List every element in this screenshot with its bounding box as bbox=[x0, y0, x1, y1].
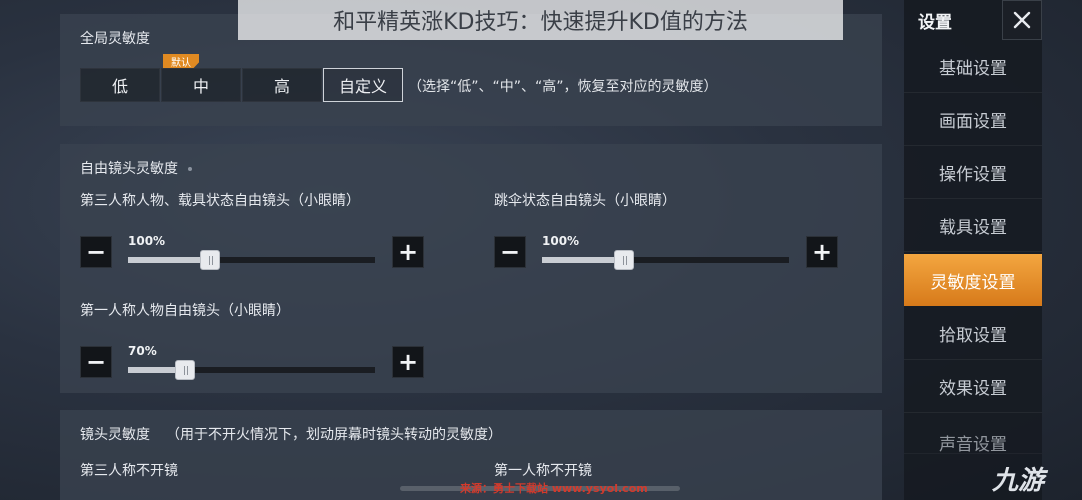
close-button[interactable] bbox=[1002, 0, 1042, 40]
jiuyou-logo: 九游 bbox=[992, 466, 1045, 496]
sidebar-item-basic[interactable]: 基础设置 bbox=[904, 41, 1042, 93]
source-watermark: 来源：勇士下载站 www.ysyol.com bbox=[460, 482, 648, 495]
sidebar-item-controls[interactable]: 操作设置 bbox=[904, 147, 1042, 199]
first-person-minus-button[interactable]: − bbox=[80, 346, 112, 378]
camera-sensitivity-note: （用于不开火情况下，划动屏幕时镜头转动的灵敏度） bbox=[166, 427, 502, 443]
parachute-minus-button[interactable]: − bbox=[494, 236, 526, 268]
first-person-slider[interactable] bbox=[128, 360, 375, 380]
third-person-slider[interactable] bbox=[128, 250, 375, 270]
preset-medium-button[interactable]: 中 bbox=[161, 68, 241, 102]
sidebar-item-pickup[interactable]: 拾取设置 bbox=[904, 308, 1042, 360]
default-badge: 默认 bbox=[163, 54, 199, 68]
first-person-no-scope-label: 第一人称不开镜 bbox=[494, 463, 592, 479]
preset-custom-button[interactable]: 自定义 bbox=[323, 68, 403, 102]
third-person-value: 100% bbox=[128, 234, 166, 248]
slider-handle[interactable] bbox=[175, 360, 195, 380]
info-dot-icon bbox=[188, 167, 192, 171]
settings-sidebar: 基础设置 画面设置 操作设置 载具设置 灵敏度设置 拾取设置 效果设置 声音设置 bbox=[904, 0, 1042, 500]
first-person-value: 70% bbox=[128, 344, 157, 358]
article-title-banner: 和平精英涨KD技巧：快速提升KD值的方法 bbox=[238, 0, 843, 40]
parachute-slider[interactable] bbox=[542, 250, 789, 270]
sidebar-item-sound[interactable]: 声音设置 bbox=[904, 414, 1042, 455]
sidebar-item-sensitivity[interactable]: 灵敏度设置 bbox=[904, 254, 1042, 306]
slider-label-parachute: 跳伞状态自由镜头（小眼睛） bbox=[494, 193, 676, 209]
slider-label-first-person: 第一人称人物自由镜头（小眼睛） bbox=[80, 303, 290, 319]
parachute-value: 100% bbox=[542, 234, 580, 248]
slider-fill bbox=[128, 257, 210, 263]
slider-label-third-person: 第三人称人物、载具状态自由镜头（小眼睛） bbox=[80, 193, 360, 209]
free-look-panel: 自由镜头灵敏度 第三人称人物、载具状态自由镜头（小眼睛） − 100% + 跳伞… bbox=[60, 144, 882, 393]
close-icon bbox=[1013, 11, 1031, 29]
third-person-no-scope-label: 第三人称不开镜 bbox=[80, 463, 178, 479]
parachute-plus-button[interactable]: + bbox=[806, 236, 838, 268]
camera-sensitivity-title: 镜头灵敏度 （用于不开火情况下，划动屏幕时镜头转动的灵敏度） bbox=[80, 424, 502, 444]
sidebar-item-graphics[interactable]: 画面设置 bbox=[904, 94, 1042, 146]
preset-hint: （选择“低”、“中”、“高”，恢复至对应的灵敏度） bbox=[408, 79, 718, 95]
camera-sensitivity-title-text: 镜头灵敏度 bbox=[80, 427, 150, 443]
slider-handle[interactable] bbox=[200, 250, 220, 270]
third-person-plus-button[interactable]: + bbox=[392, 236, 424, 268]
global-sensitivity-title: 全局灵敏度 bbox=[80, 31, 150, 47]
slider-fill bbox=[542, 257, 624, 263]
preset-low-button[interactable]: 低 bbox=[80, 68, 160, 102]
sidebar-item-vehicle[interactable]: 载具设置 bbox=[904, 200, 1042, 252]
free-look-title: 自由镜头灵敏度 bbox=[80, 158, 192, 178]
slider-handle[interactable] bbox=[614, 250, 634, 270]
first-person-plus-button[interactable]: + bbox=[392, 346, 424, 378]
sidebar-item-effects[interactable]: 效果设置 bbox=[904, 361, 1042, 413]
free-look-title-text: 自由镜头灵敏度 bbox=[80, 161, 178, 177]
preset-high-button[interactable]: 高 bbox=[242, 68, 322, 102]
settings-title: 设置 bbox=[918, 13, 952, 33]
third-person-minus-button[interactable]: − bbox=[80, 236, 112, 268]
